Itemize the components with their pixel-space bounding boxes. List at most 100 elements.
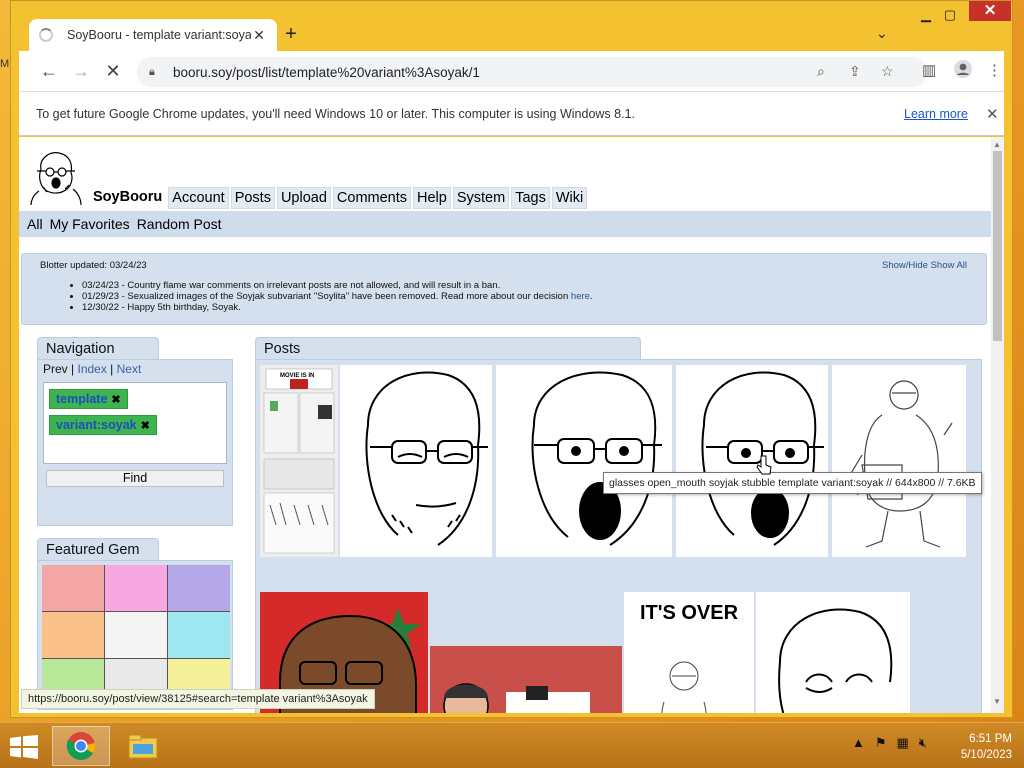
nav-posts[interactable]: Posts: [230, 187, 275, 209]
post-thumbnail[interactable]: [832, 365, 966, 557]
nav-account[interactable]: Account: [168, 187, 229, 209]
vertical-scrollbar[interactable]: ▲ ▼: [991, 137, 1004, 713]
post-thumbnail[interactable]: [430, 646, 622, 713]
chrome-menu-icon[interactable]: ⋮: [987, 61, 1002, 79]
share-icon[interactable]: ⇪: [849, 63, 861, 80]
post-thumbnail[interactable]: [756, 592, 910, 713]
browser-tab[interactable]: SoyBooru - template variant:soyak ✕: [29, 19, 277, 51]
subnav-random-post[interactable]: Random Post: [135, 215, 224, 233]
bookmark-star-icon[interactable]: ☆: [881, 63, 894, 80]
remove-tag-icon[interactable]: ✖: [111, 394, 120, 406]
taskbar: ▲ ⚑ ▦ 🔇︎ 6:51 PM 5/10/2023: [0, 722, 1024, 768]
post-thumbnail[interactable]: [676, 365, 828, 557]
tag-chip-label: template: [56, 392, 108, 406]
blotter-entry-text: 01/29/23 - Sexualized images of the Soyj…: [82, 291, 571, 302]
featured-gem-image[interactable]: [42, 565, 230, 705]
network-icon[interactable]: ▦: [897, 735, 909, 751]
posts-heading: Posts: [255, 337, 641, 359]
post-thumbnail[interactable]: [340, 365, 492, 557]
post-thumbnail[interactable]: [496, 365, 672, 557]
loading-spinner-icon: [39, 28, 53, 42]
tray-expand-icon[interactable]: ▲: [852, 735, 865, 751]
close-window-button[interactable]: ✕: [969, 1, 1011, 21]
hover-tooltip: glasses open_mouth soyjak stubble templa…: [603, 472, 982, 494]
find-button[interactable]: Find: [46, 470, 224, 487]
nav-tags[interactable]: Tags: [511, 187, 550, 209]
blotter-entry: 01/29/23 - Sexualized images of the Soyj…: [82, 291, 593, 302]
side-panel-icon[interactable]: ▥: [922, 61, 936, 79]
tab-title: SoyBooru - template variant:soyak: [67, 28, 251, 42]
remove-tag-icon[interactable]: ✖: [141, 420, 150, 432]
title-bar: SoyBooru - template variant:soyak ✕ + ⌄ …: [11, 1, 1012, 51]
blotter: Blotter updated: 03/24/23 Show/Hide Show…: [21, 253, 987, 325]
close-tab-icon[interactable]: ✕: [251, 27, 267, 44]
taskbar-chrome[interactable]: [52, 726, 110, 766]
clock-date: 5/10/2023: [960, 749, 1012, 761]
nav-wiki[interactable]: Wiki: [551, 187, 588, 209]
scroll-up-icon[interactable]: ▲: [993, 140, 1001, 149]
posts-column: Posts MOVIE IS IN IT'S OVER: [255, 337, 982, 713]
blotter-entry: 03/24/23 - Country flame war comments on…: [82, 280, 593, 291]
soybooru-logo[interactable]: [29, 147, 83, 207]
system-clock[interactable]: 6:51 PM 5/10/2023: [952, 731, 1012, 763]
blotter-entry-suffix: .: [589, 291, 593, 302]
post-thumbnail[interactable]: IT'S OVER: [624, 592, 754, 713]
taskbar-file-explorer[interactable]: [114, 726, 172, 766]
navigation-box: Prev | Index | Next template ✖ variant:so…: [37, 359, 233, 526]
blotter-show-hide-link[interactable]: Show/Hide: [882, 260, 928, 271]
prev-link[interactable]: Prev: [43, 362, 68, 376]
infobar-close-icon[interactable]: ✕: [986, 105, 999, 123]
page-content: SoyBooru Account Posts Upload Comments H…: [19, 137, 991, 713]
profile-avatar-icon[interactable]: [953, 59, 973, 83]
subnav-all[interactable]: All: [25, 215, 45, 233]
status-bubble: https://booru.soy/post/view/38125#search…: [21, 689, 375, 709]
tag-chip[interactable]: variant:soyak ✖: [49, 415, 157, 435]
update-infobar: To get future Google Chrome updates, you…: [19, 91, 1004, 136]
blotter-show-all-link[interactable]: Show All: [931, 260, 967, 271]
tag-chip-label: variant:soyak: [56, 418, 137, 432]
scrollbar-thumb[interactable]: [993, 151, 1002, 341]
action-center-flag-icon[interactable]: ⚑: [875, 735, 887, 751]
windows-start-icon[interactable]: [10, 735, 38, 759]
nav-system[interactable]: System: [452, 187, 510, 209]
learn-more-link[interactable]: Learn more: [904, 107, 968, 121]
top-nav: SoyBooru Account Posts Upload Comments H…: [89, 187, 588, 209]
zoom-search-icon[interactable]: ⌕: [817, 63, 825, 80]
subnav-my-favorites[interactable]: My Favorites: [48, 215, 132, 233]
site-brand[interactable]: SoyBooru: [89, 187, 166, 209]
nav-comments[interactable]: Comments: [332, 187, 412, 209]
forward-icon[interactable]: →: [65, 55, 97, 87]
blotter-entry: 12/30/22 - Happy 5th birthday, Soyak.: [82, 302, 593, 313]
blotter-controls: Show/Hide Show All: [882, 260, 967, 271]
new-tab-button[interactable]: +: [279, 23, 303, 46]
movie-label: MOVIE IS IN: [280, 373, 314, 379]
sub-nav: All My Favorites Random Post: [19, 211, 991, 237]
browser-window: SoyBooru - template variant:soyak ✕ + ⌄ …: [10, 0, 1013, 718]
tag-chip[interactable]: template ✖: [49, 389, 128, 409]
tab-search-chevron-icon[interactable]: ⌄: [876, 25, 888, 42]
blotter-here-link[interactable]: here: [571, 291, 590, 302]
paginator: Prev | Index | Next: [43, 362, 142, 376]
index-link[interactable]: Index: [77, 362, 106, 376]
desktop-icon-label: M: [0, 58, 10, 70]
lock-icon: 🔒︎: [149, 65, 155, 78]
url-text: booru.soy/post/list/template%20variant%3…: [173, 64, 480, 80]
post-thumbnail[interactable]: MOVIE IS IN: [260, 365, 338, 557]
blotter-updated: Blotter updated: 03/24/23: [40, 260, 147, 271]
back-icon[interactable]: ←: [33, 55, 65, 87]
scroll-down-icon[interactable]: ▼: [993, 697, 1001, 706]
address-bar[interactable]: 🔒︎ booru.soy/post/list/template%20varian…: [137, 57, 927, 87]
volume-muted-icon[interactable]: 🔇︎: [919, 735, 927, 751]
nav-upload[interactable]: Upload: [276, 187, 331, 209]
browser-toolbar: ← → ✕ 🔒︎ booru.soy/post/list/template%20…: [19, 51, 1004, 91]
maximize-button[interactable]: ▢: [935, 7, 965, 27]
posts-grid: MOVIE IS IN IT'S OVER: [255, 359, 982, 713]
next-link[interactable]: Next: [117, 362, 142, 376]
infobar-message: To get future Google Chrome updates, you…: [36, 106, 635, 121]
navigation-heading: Navigation: [37, 337, 159, 359]
left-column: Navigation Prev | Index | Next template ✖…: [37, 337, 233, 710]
stop-loading-icon[interactable]: ✕: [97, 55, 129, 87]
nav-help[interactable]: Help: [413, 187, 451, 209]
tag-search-input[interactable]: template ✖ variant:soyak ✖: [43, 382, 227, 464]
hand-cursor-icon: [756, 455, 772, 475]
